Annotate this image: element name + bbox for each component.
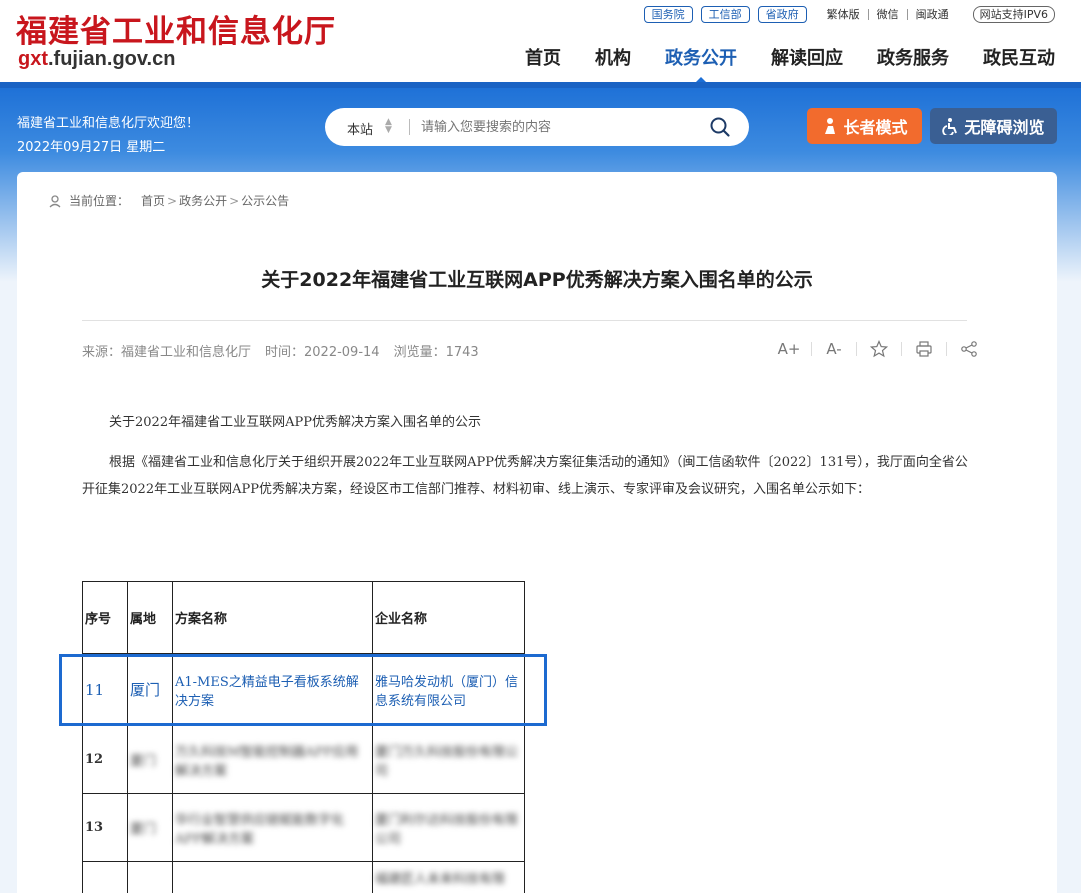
article-paragraph-1: 关于2022年福建省工业互联网APP优秀解决方案入围名单的公示 (109, 415, 481, 430)
content-card: 当前位置： 首页 > 政务公开 > 公示公告 关于2022年福建省工业互联网AP… (17, 172, 1057, 893)
elder-mode-button[interactable]: 长者模式 (807, 108, 922, 144)
star-icon[interactable] (868, 338, 890, 360)
breadcrumb-separator: > (229, 193, 240, 208)
accessible-browse-button[interactable]: 无障碍浏览 (930, 108, 1057, 144)
font-increase-icon[interactable]: A+ (778, 338, 801, 360)
ipv6-badge: 网站支持IPV6 (972, 5, 1055, 23)
site-header: 福建省工业和信息化厅 gxt.fujian.gov.cn 国务院 工信部 省政府… (0, 0, 1081, 85)
row-no: 12 (82, 725, 128, 794)
link-state-council[interactable]: 国务院 (643, 5, 693, 23)
article-meta: 来源：福建省工业和信息化厅 时间：2022-09-14 浏览量：1743 (82, 341, 493, 360)
nav-government-affairs[interactable]: 政务公开 (665, 44, 737, 85)
nav-home[interactable]: 首页 (525, 44, 561, 70)
divider (811, 342, 812, 356)
article-tools: A+ A- (767, 338, 991, 360)
link-provincial-gov[interactable]: 省政府 (757, 5, 807, 23)
row-region: 厦门 (127, 793, 173, 862)
table-row: 13 厦门 华行业智慧供应链赋能数字化APP解决方案 厦门利尔达科技股份有限公司 (82, 793, 525, 862)
divider (82, 320, 967, 321)
highlight-box (59, 654, 547, 726)
search-scope-select[interactable]: 本站 (347, 119, 373, 138)
row-no: 13 (82, 793, 128, 862)
divider (856, 342, 857, 356)
search-box: 本站 ▲ ▼ (325, 108, 749, 146)
row-no (82, 861, 128, 893)
site-logo[interactable]: 福建省工业和信息化厅 (16, 6, 336, 51)
header-solution: 方案名称 (172, 581, 373, 654)
current-date: 2022年09月27日 星期二 (17, 140, 166, 155)
table-header-row: 序号 属地 方案名称 企业名称 (82, 581, 525, 654)
article-source: 来源：福建省工业和信息化厅 (82, 345, 252, 360)
site-url: gxt.fujian.gov.cn (18, 48, 175, 71)
breadcrumb-home[interactable]: 首页 (141, 192, 165, 209)
shortlist-table: 序号 属地 方案名称 企业名称 11 厦门 A1-MES之精益电子看板系统解决方… (82, 581, 525, 893)
row-company: 厦门利尔达科技股份有限公司 (372, 793, 525, 862)
table-row: 福建匠人未来科技有限 (82, 861, 525, 893)
header-region: 属地 (127, 581, 173, 654)
row-company: 厦门万久科技股份有限公司 (372, 725, 525, 794)
article-views: 浏览量：1743 (393, 345, 479, 360)
link-minzhengtong[interactable]: 闽政通 (908, 6, 957, 22)
font-decrease-icon[interactable]: A- (823, 338, 845, 360)
updown-arrow-icon: ▲ ▼ (385, 117, 392, 135)
article-paragraph-2: 根据《福建省工业和信息化厅关于组织开展2022年工业互联网APP优秀解决方案征集… (82, 455, 968, 497)
link-wechat[interactable]: 微信 (869, 6, 907, 22)
row-company: 福建匠人未来科技有限 (372, 861, 525, 893)
banner-stripe (0, 82, 1081, 88)
elder-mode-label: 长者模式 (843, 118, 908, 137)
wheelchair-icon (942, 118, 958, 135)
site-url-prefix: gxt (18, 48, 48, 70)
nav-interpretation[interactable]: 解读回应 (771, 44, 843, 70)
link-traditional-chinese[interactable]: 繁体版 (819, 6, 868, 22)
breadcrumb-gov-affairs[interactable]: 政务公开 (179, 192, 227, 209)
accessible-browse-label: 无障碍浏览 (964, 118, 1045, 137)
row-solution: 万久科技M智能控制器APP应用解决方案 (172, 725, 373, 794)
divider (901, 342, 902, 356)
row-region: 厦门 (127, 725, 173, 794)
breadcrumb-separator: > (167, 193, 178, 208)
link-miit[interactable]: 工信部 (700, 5, 750, 23)
breadcrumb: 当前位置： 首页 > 政务公开 > 公示公告 (47, 192, 289, 209)
share-icon[interactable] (958, 338, 980, 360)
table-row: 12 厦门 万久科技M智能控制器APP应用解决方案 厦门万久科技股份有限公司 (82, 725, 525, 794)
elder-icon (825, 118, 836, 134)
nav-interaction[interactable]: 政民互动 (983, 44, 1055, 70)
main-nav: 首页 机构 政务公开 解读回应 政务服务 政民互动 (491, 44, 1055, 85)
header-no: 序号 (82, 581, 128, 654)
top-links: 国务院 工信部 省政府 繁体版 微信 闽政通 网站支持IPV6 (636, 5, 1055, 23)
search-icon[interactable] (709, 116, 731, 138)
search-input[interactable] (421, 118, 691, 136)
row-solution (172, 861, 373, 893)
article-time: 时间：2022-09-14 (265, 345, 380, 360)
divider (946, 342, 947, 356)
breadcrumb-label: 当前位置： (69, 194, 130, 208)
row-region (127, 861, 173, 893)
nav-organization[interactable]: 机构 (595, 44, 631, 70)
location-pin-icon (49, 194, 61, 207)
header-company: 企业名称 (372, 581, 525, 654)
print-icon[interactable] (913, 338, 935, 360)
nav-services[interactable]: 政务服务 (877, 44, 949, 70)
welcome-text: 福建省工业和信息化厅欢迎您！ (17, 116, 200, 131)
breadcrumb-announcements[interactable]: 公示公告 (241, 192, 289, 209)
divider (409, 119, 410, 135)
site-url-suffix: .fujian.gov.cn (48, 48, 176, 70)
article-title: 关于2022年福建省工业互联网APP优秀解决方案入围名单的公示 (261, 269, 813, 291)
row-solution: 华行业智慧供应链赋能数字化APP解决方案 (172, 793, 373, 862)
